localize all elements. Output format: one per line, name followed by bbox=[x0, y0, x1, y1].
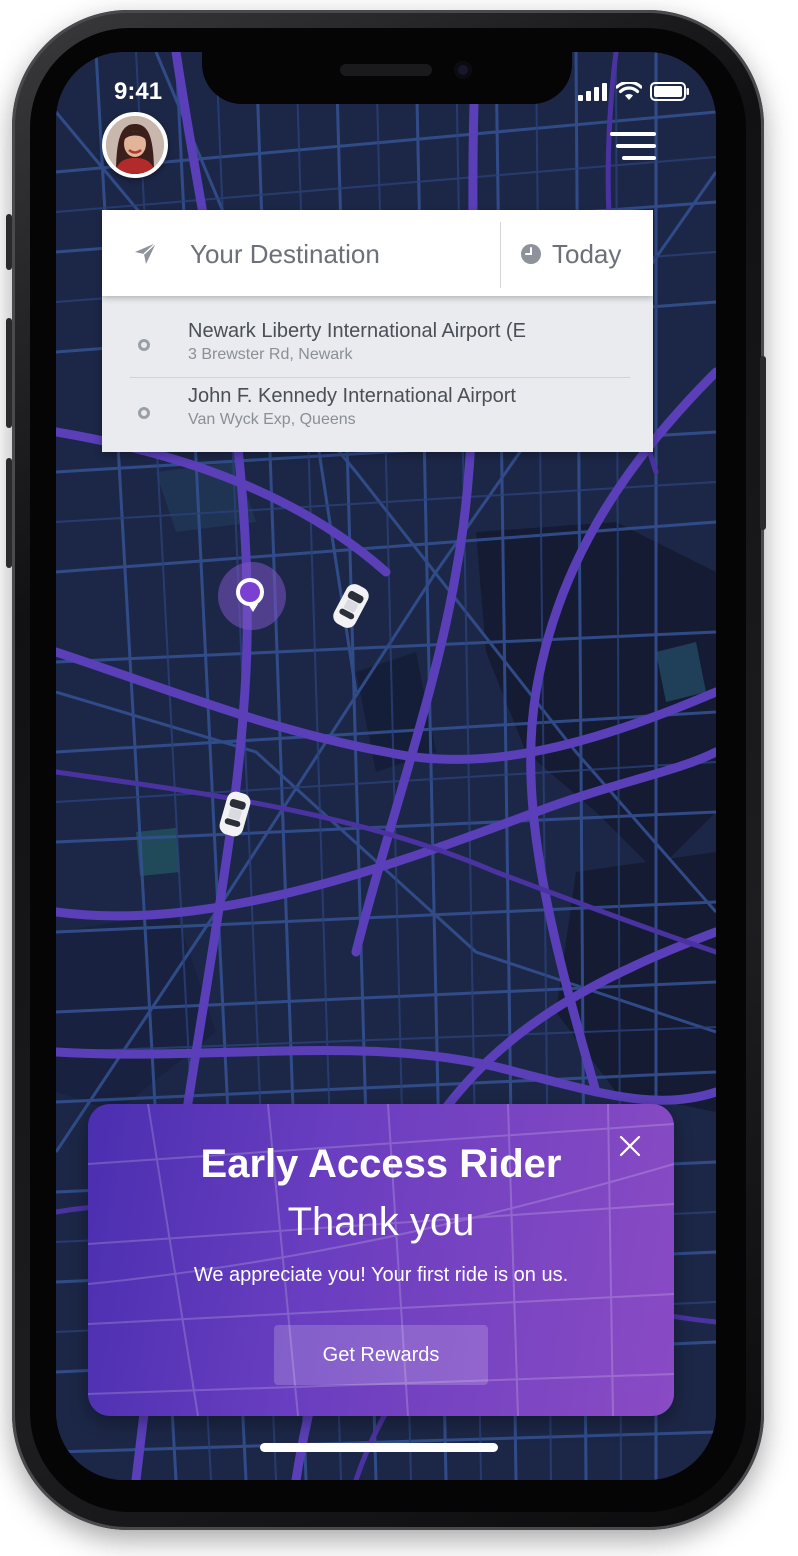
early-access-promo-card: Early Access Rider Thank you We apprecia… bbox=[88, 1104, 674, 1416]
destination-search-bar: Today bbox=[102, 210, 653, 296]
destination-suggestions: Newark Liberty International Airport (E … bbox=[102, 296, 653, 452]
home-indicator[interactable] bbox=[260, 1443, 498, 1452]
navigation-arrow-icon bbox=[135, 242, 157, 264]
promo-title: Early Access Rider bbox=[200, 1142, 562, 1186]
menu-line-bottom bbox=[622, 156, 656, 160]
schedule-today-button[interactable]: Today bbox=[520, 236, 621, 272]
destination-input[interactable] bbox=[188, 232, 492, 276]
menu-line-top bbox=[610, 132, 656, 136]
hamburger-menu-icon[interactable] bbox=[610, 132, 656, 160]
app-mockup: 9:41 Your Destination Today Newark Liber… bbox=[0, 0, 798, 1556]
earpiece-speaker bbox=[340, 64, 432, 76]
menu-line-middle bbox=[616, 144, 656, 148]
suggestion-item[interactable]: John F. Kennedy International Airport Va… bbox=[102, 384, 653, 450]
phone-volume-up bbox=[6, 318, 12, 428]
user-avatar[interactable] bbox=[102, 112, 168, 178]
screen: 9:41 Your Destination Today Newark Liber… bbox=[56, 52, 716, 1480]
battery-icon bbox=[650, 82, 689, 101]
schedule-today-label: Today bbox=[552, 238, 622, 269]
phone-notch bbox=[202, 52, 572, 104]
search-divider bbox=[500, 222, 501, 288]
promo-message: We appreciate you! Your first ride is on… bbox=[193, 1264, 569, 1286]
front-camera bbox=[454, 61, 472, 79]
phone-volume-down bbox=[6, 458, 12, 568]
status-time: 9:41 bbox=[114, 78, 163, 105]
promo-subtitle: Thank you bbox=[287, 1200, 475, 1244]
get-rewards-button[interactable]: Get Rewards bbox=[274, 1325, 488, 1385]
clock-icon bbox=[521, 244, 541, 264]
cellular-signal-icon bbox=[578, 82, 607, 101]
suggestion-address: Van Wyck Exp, Queens bbox=[188, 411, 356, 428]
location-dot-icon bbox=[138, 407, 150, 419]
phone-power-button bbox=[760, 356, 766, 530]
suggestion-divider bbox=[130, 377, 630, 378]
suggestion-item[interactable]: Newark Liberty International Airport (E … bbox=[102, 308, 653, 374]
wifi-icon bbox=[616, 82, 642, 100]
suggestion-address: 3 Brewster Rd, Newark bbox=[188, 346, 353, 363]
suggestion-name: John F. Kennedy International Airport bbox=[188, 385, 516, 407]
location-dot-icon bbox=[138, 339, 150, 351]
current-location-pin[interactable] bbox=[218, 562, 286, 630]
pin-tail bbox=[248, 604, 258, 612]
status-icons bbox=[578, 82, 690, 101]
avatar-portrait bbox=[106, 116, 164, 174]
phone-mute-switch bbox=[6, 214, 12, 270]
pin-center bbox=[236, 578, 264, 606]
suggestion-name: Newark Liberty International Airport (E bbox=[188, 320, 526, 342]
